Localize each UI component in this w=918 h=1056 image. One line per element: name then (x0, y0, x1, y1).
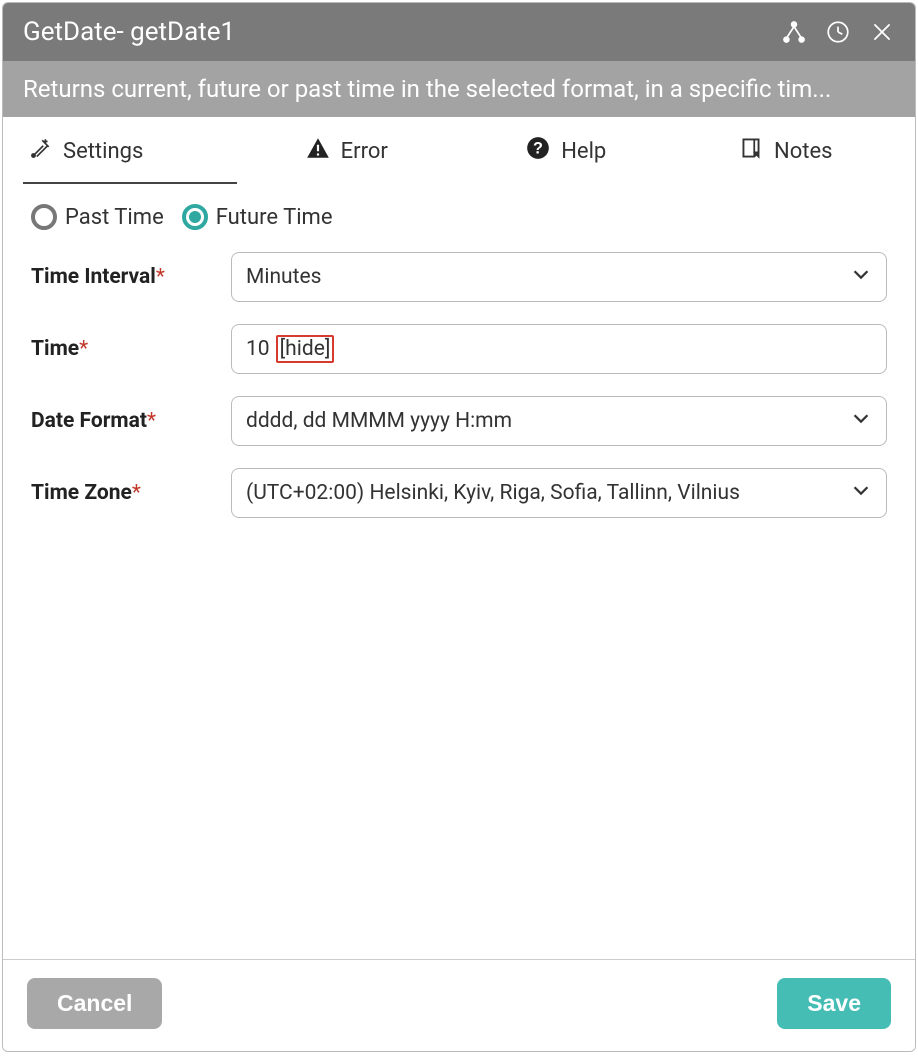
field-date-format: Date Format* dddd, dd MMMM yyyy H:mm (31, 396, 887, 446)
radio-circle-icon (31, 204, 57, 230)
tabs: Settings Error ? Help (3, 117, 915, 184)
tab-settings[interactable]: Settings (23, 118, 237, 184)
close-icon[interactable] (869, 19, 895, 45)
content-area: Past Time Future Time Time Interval* Min… (3, 184, 915, 959)
tab-notes[interactable]: Notes (676, 117, 896, 184)
chevron-down-icon (850, 407, 872, 435)
footer: Cancel Save (3, 959, 915, 1051)
label-time: Time* (31, 337, 219, 361)
radio-circle-icon (182, 204, 208, 230)
radio-future-label: Future Time (216, 205, 333, 230)
save-button[interactable]: Save (777, 978, 891, 1029)
label-time-interval: Time Interval* (31, 265, 219, 289)
branch-icon[interactable] (781, 19, 807, 45)
titlebar-actions (781, 19, 895, 45)
settings-icon (27, 136, 53, 168)
tab-settings-label: Settings (63, 139, 143, 164)
label-date-format: Date Format* (31, 409, 219, 433)
input-time-value: 10 (246, 337, 270, 361)
dialog-title: GetDate- getDate1 (23, 17, 235, 47)
select-time-zone-value: (UTC+02:00) Helsinki, Kyiv, Riga, Sofia,… (246, 481, 740, 505)
tab-help-label: Help (561, 139, 606, 164)
notes-icon (738, 135, 764, 167)
field-time-zone: Time Zone* (UTC+02:00) Helsinki, Kyiv, R… (31, 468, 887, 518)
hide-tag[interactable]: [hide] (276, 335, 335, 363)
input-time[interactable]: 10 [hide] (231, 324, 887, 374)
select-time-interval[interactable]: Minutes (231, 252, 887, 302)
clock-icon[interactable] (825, 19, 851, 45)
time-direction-radios: Past Time Future Time (31, 204, 887, 230)
label-time-zone: Time Zone* (31, 481, 219, 505)
error-icon (305, 135, 331, 167)
titlebar: GetDate- getDate1 (3, 3, 915, 61)
radio-past-time[interactable]: Past Time (31, 204, 164, 230)
tab-error-label: Error (341, 139, 388, 164)
tab-help[interactable]: ? Help (456, 117, 676, 184)
chevron-down-icon (850, 263, 872, 291)
help-icon: ? (525, 135, 551, 167)
radio-past-label: Past Time (65, 205, 164, 230)
chevron-down-icon (850, 479, 872, 507)
select-date-format-value: dddd, dd MMMM yyyy H:mm (246, 409, 512, 433)
cancel-button[interactable]: Cancel (27, 978, 162, 1029)
select-date-format[interactable]: dddd, dd MMMM yyyy H:mm (231, 396, 887, 446)
description-bar: Returns current, future or past time in … (3, 61, 915, 117)
dialog: GetDate- getDate1 (2, 2, 916, 1052)
radio-future-time[interactable]: Future Time (182, 204, 333, 230)
select-time-zone[interactable]: (UTC+02:00) Helsinki, Kyiv, Riga, Sofia,… (231, 468, 887, 518)
svg-text:?: ? (533, 139, 543, 157)
tab-notes-label: Notes (774, 139, 832, 164)
select-time-interval-value: Minutes (246, 265, 321, 289)
field-time: Time* 10 [hide] (31, 324, 887, 374)
field-time-interval: Time Interval* Minutes (31, 252, 887, 302)
tab-error[interactable]: Error (237, 117, 457, 184)
